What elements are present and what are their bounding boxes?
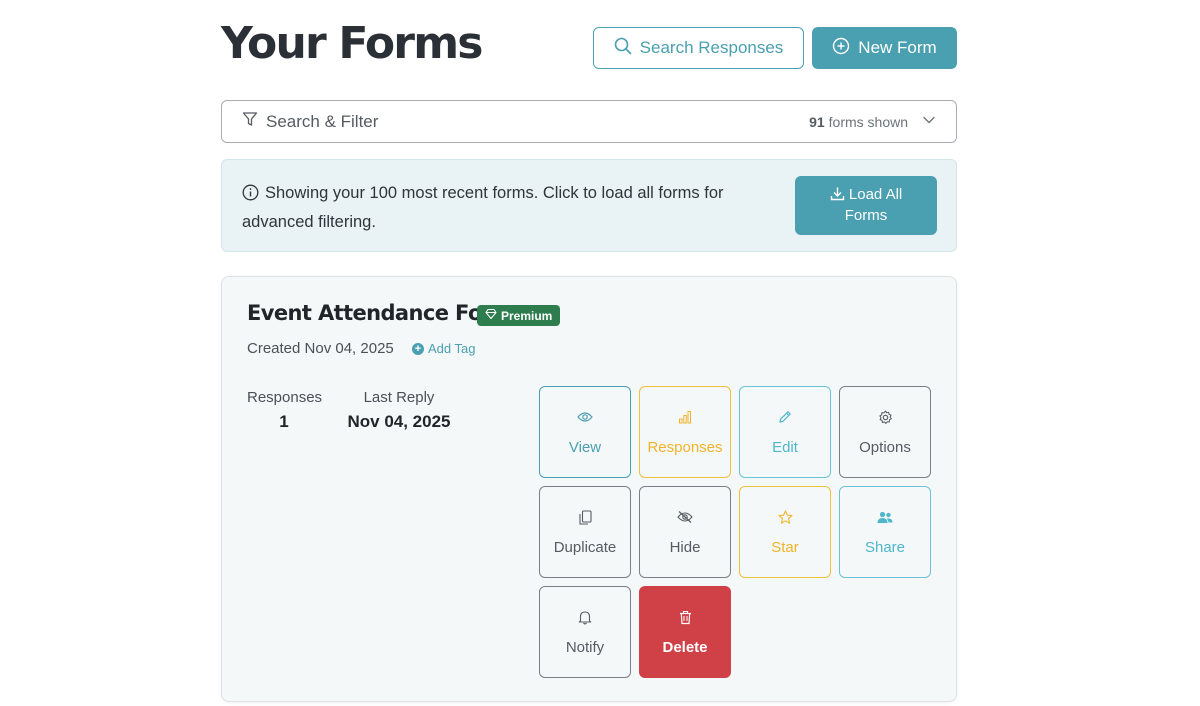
info-icon — [242, 183, 259, 209]
bell-icon — [578, 609, 592, 625]
info-banner: Showing your 100 most recent forms. Clic… — [221, 159, 957, 252]
share-label: Share — [864, 539, 906, 556]
search-filter-label: Search & Filter — [266, 111, 379, 131]
bar-chart-icon — [678, 409, 692, 425]
new-form-label: New Form — [858, 38, 937, 57]
view-button[interactable]: View — [539, 386, 631, 478]
forms-count-suffix: forms shown — [828, 113, 908, 130]
options-label: Options — [859, 439, 911, 456]
search-responses-label: Search Responses — [639, 38, 784, 57]
gear-icon — [878, 409, 893, 425]
pencil-icon — [778, 409, 792, 425]
forms-shown-count: 91 forms shown — [809, 113, 936, 130]
search-icon — [614, 37, 632, 60]
star-label: Star — [771, 539, 799, 556]
notify-button[interactable]: Notify — [539, 586, 631, 678]
premium-badge-label: Premium — [501, 308, 553, 323]
form-card: Event Attendance Form Premium Created No… — [221, 276, 957, 702]
load-all-label-line1: Load All — [848, 186, 903, 203]
last-reply-stat: Last Reply Nov 04, 2025 — [345, 389, 453, 432]
search-filter-bar[interactable]: Search & Filter 91 forms shown — [221, 100, 957, 143]
info-message: Showing your 100 most recent forms. Clic… — [242, 180, 782, 235]
created-date: Created Nov 04, 2025 — [247, 340, 394, 357]
duplicate-button[interactable]: Duplicate — [539, 486, 631, 578]
trash-icon — [679, 609, 692, 625]
responses-stat-value: 1 — [279, 412, 289, 431]
filter-icon — [242, 111, 258, 132]
edit-button[interactable]: Edit — [739, 386, 831, 478]
delete-button[interactable]: Delete — [639, 586, 731, 678]
star-icon — [777, 509, 793, 525]
hide-label: Hide — [669, 539, 701, 556]
options-button[interactable]: Options — [839, 386, 931, 478]
users-icon — [877, 509, 893, 525]
responses-stat-label: Responses — [247, 389, 323, 406]
eye-slash-icon — [677, 509, 693, 525]
last-reply-value: Nov 04, 2025 — [347, 412, 451, 431]
delete-label: Delete — [662, 639, 708, 656]
eye-icon — [577, 409, 593, 425]
download-icon — [830, 186, 849, 203]
add-tag-button[interactable]: + Add Tag — [412, 341, 475, 356]
duplicate-label: Duplicate — [553, 539, 617, 556]
page-title: Your Forms — [221, 18, 483, 69]
plus-circle-icon: + — [412, 342, 424, 355]
notify-label: Notify — [565, 639, 605, 656]
responses-label: Responses — [647, 439, 723, 456]
form-title: Event Attendance Form — [247, 301, 513, 325]
responses-button[interactable]: Responses — [639, 386, 731, 478]
info-message-text: Showing your 100 most recent forms. Clic… — [242, 184, 724, 231]
forms-count-number: 91 — [809, 113, 825, 130]
add-tag-label: Add Tag — [428, 341, 476, 356]
hide-button[interactable]: Hide — [639, 486, 731, 578]
edit-label: Edit — [772, 439, 798, 456]
load-all-label-line2: Forms — [844, 207, 888, 224]
share-button[interactable]: Share — [839, 486, 931, 578]
diamond-icon — [485, 308, 497, 323]
premium-badge: Premium — [477, 305, 561, 326]
new-form-button[interactable]: New Form — [812, 27, 957, 69]
copy-icon — [578, 509, 592, 525]
last-reply-label: Last Reply — [363, 389, 435, 406]
star-button[interactable]: Star — [739, 486, 831, 578]
load-all-forms-button[interactable]: Load All Forms — [795, 176, 937, 235]
view-label: View — [568, 439, 602, 456]
plus-circle-icon — [832, 37, 850, 60]
chevron-down-icon — [922, 113, 936, 130]
responses-stat: Responses 1 — [247, 389, 323, 432]
search-responses-button[interactable]: Search Responses — [593, 27, 804, 69]
